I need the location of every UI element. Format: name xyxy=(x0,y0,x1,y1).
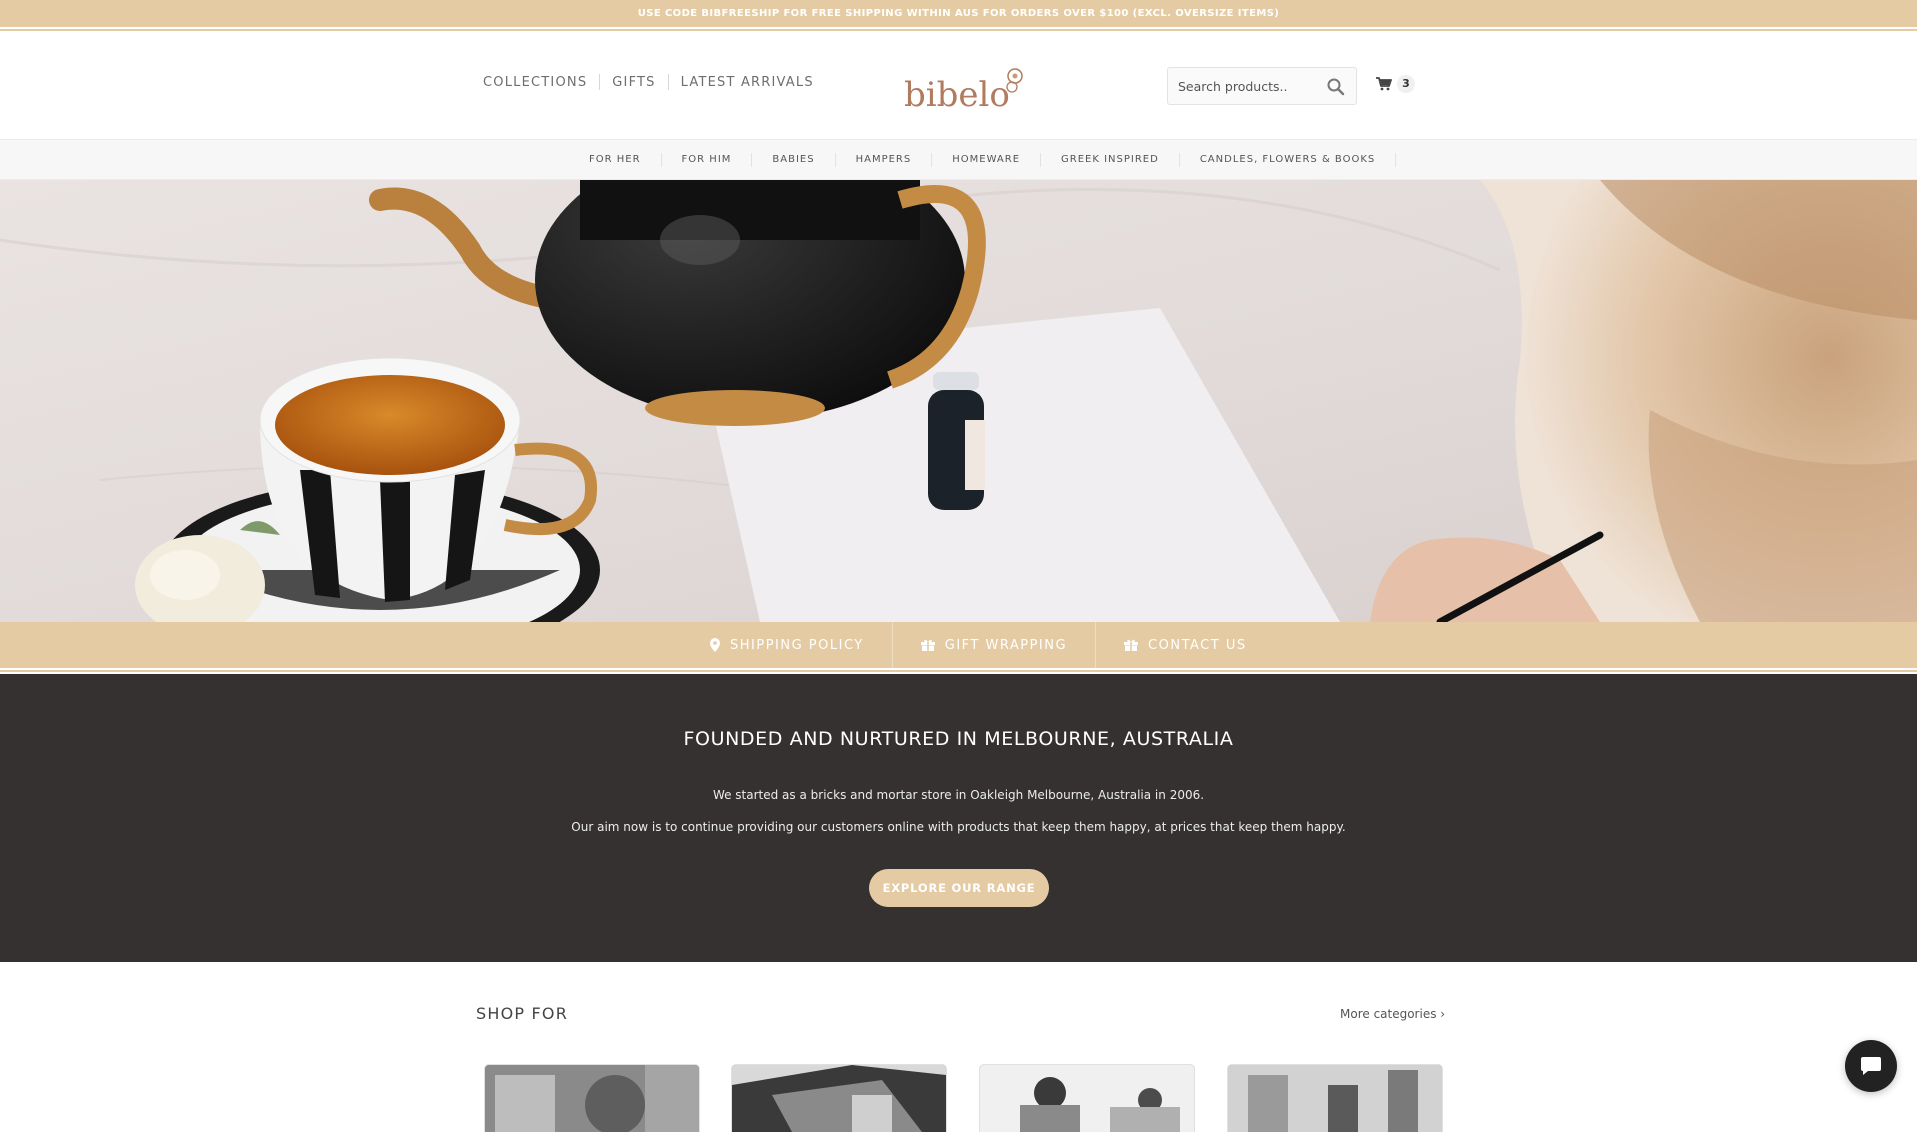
nav-divider xyxy=(599,74,601,90)
explore-range-button[interactable]: EXPLORE OUR RANGE xyxy=(869,869,1049,907)
bibelo-logo[interactable]: bibelo xyxy=(902,64,1026,114)
chat-widget-button[interactable] xyxy=(1845,1040,1897,1092)
category-for-him[interactable]: FOR HIM xyxy=(662,152,753,167)
category-babies[interactable]: BABIES xyxy=(752,152,836,167)
about-title: FOUNDED AND NURTURED IN MELBOURNE, AUSTR… xyxy=(683,728,1234,750)
hero-image[interactable] xyxy=(0,180,1917,622)
contact-us-link[interactable]: CONTACT US xyxy=(1096,622,1275,668)
nav-latest-arrivals[interactable]: LATEST ARRIVALS xyxy=(681,75,814,90)
category-tile-image xyxy=(732,1065,946,1132)
search-icon[interactable] xyxy=(1326,77,1346,97)
category-candles-flowers-books[interactable]: CANDLES, FLOWERS & BOOKS xyxy=(1180,152,1397,167)
map-pin-icon xyxy=(710,638,720,652)
about-line-2: Our aim now is to continue providing our… xyxy=(571,820,1346,834)
cart-button[interactable]: 3 xyxy=(1376,75,1415,93)
shipping-policy-link[interactable]: SHIPPING POLICY xyxy=(682,622,893,668)
category-tile-image xyxy=(485,1065,699,1132)
promo-text: USE CODE BIBFREESHIP FOR FREE SHIPPING W… xyxy=(637,8,1280,19)
search-box xyxy=(1167,67,1357,105)
gift-icon xyxy=(1124,639,1139,651)
shop-for-title: SHOP FOR xyxy=(476,1004,569,1023)
cart-count-badge: 3 xyxy=(1397,75,1415,93)
category-tile[interactable] xyxy=(732,1065,946,1132)
gift-icon xyxy=(920,639,935,651)
category-tile-image xyxy=(980,1065,1194,1132)
about-section: FOUNDED AND NURTURED IN MELBOURNE, AUSTR… xyxy=(0,674,1917,962)
category-greek-inspired[interactable]: GREEK INSPIRED xyxy=(1041,152,1180,167)
shop-for-section: SHOP FOR More categories › xyxy=(0,962,1917,1132)
about-line-1: We started as a bricks and mortar store … xyxy=(712,788,1205,802)
shipping-policy-label: SHIPPING POLICY xyxy=(730,637,864,653)
hero-photo-teapot-scene xyxy=(0,180,1917,622)
nav-gifts[interactable]: GIFTS xyxy=(612,75,655,90)
nav-divider xyxy=(667,74,669,90)
primary-nav: COLLECTIONS GIFTS LATEST ARRIVALS xyxy=(483,74,814,90)
logo-wordmark: bibelo xyxy=(904,75,1010,114)
info-links-bar: SHIPPING POLICY GIFT WRAPPING CONTACT US xyxy=(0,622,1917,670)
category-homeware[interactable]: HOMEWARE xyxy=(932,152,1042,167)
category-tile[interactable] xyxy=(980,1065,1194,1132)
gift-wrapping-label: GIFT WRAPPING xyxy=(944,637,1068,653)
gift-wrapping-link[interactable]: GIFT WRAPPING xyxy=(893,622,1097,668)
search-input[interactable] xyxy=(1168,68,1318,104)
category-hampers[interactable]: HAMPERS xyxy=(836,152,933,167)
promo-banner: USE CODE BIBFREESHIP FOR FREE SHIPPING W… xyxy=(0,0,1917,29)
category-tile[interactable] xyxy=(1228,1065,1442,1132)
category-tile[interactable] xyxy=(485,1065,699,1132)
site-header: COLLECTIONS GIFTS LATEST ARRIVALS bibelo… xyxy=(0,33,1917,139)
category-tile-image xyxy=(1228,1065,1442,1132)
cart-icon xyxy=(1376,77,1392,91)
category-nav: FOR HER FOR HIM BABIES HAMPERS HOMEWARE … xyxy=(0,139,1917,180)
nav-collections[interactable]: COLLECTIONS xyxy=(483,75,587,90)
contact-us-label: CONTACT US xyxy=(1148,637,1247,653)
chat-bubble-icon xyxy=(1861,1057,1881,1075)
more-categories-link[interactable]: More categories › xyxy=(1340,1007,1445,1021)
category-for-her[interactable]: FOR HER xyxy=(569,152,662,167)
